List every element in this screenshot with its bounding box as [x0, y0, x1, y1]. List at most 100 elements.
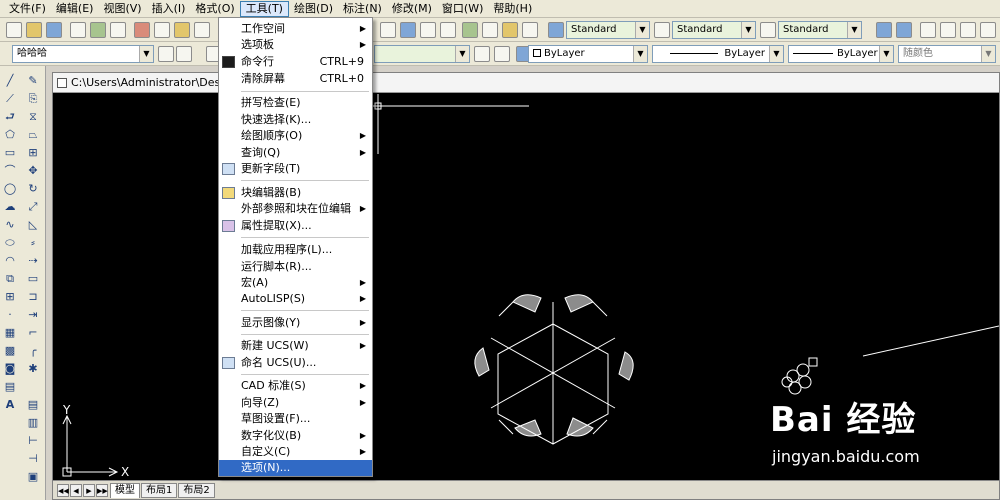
chevron-down-icon[interactable]: ▼	[879, 46, 893, 62]
menu-help[interactable]: 帮助(H)	[488, 1, 537, 17]
move-icon[interactable]: ✥	[26, 164, 40, 178]
color-combo[interactable]: ByLayer ▼	[528, 45, 648, 63]
draw-order-icon[interactable]: ▤	[26, 398, 40, 412]
menu-item-update-fields[interactable]: 更新字段(T)	[219, 161, 372, 177]
hatch-icon[interactable]: ▦	[3, 326, 17, 340]
match-properties-icon[interactable]	[194, 22, 210, 38]
layer-state-icon[interactable]	[960, 22, 976, 38]
new-icon[interactable]	[6, 22, 22, 38]
rotate-icon[interactable]: ↻	[26, 182, 40, 196]
table-style-combo[interactable]: Standard ▼	[778, 21, 862, 39]
menu-item-autolisp[interactable]: AutoLISP(S) ▶	[219, 291, 372, 307]
dim-edit-icon[interactable]: ▣	[26, 470, 40, 484]
explode-icon[interactable]: ✱	[26, 362, 40, 376]
tab-layout1[interactable]: 布局1	[141, 482, 178, 498]
design-center-icon[interactable]	[482, 22, 498, 38]
dimension-icon[interactable]: ▥	[26, 416, 40, 430]
line-icon[interactable]: ╱	[3, 74, 17, 88]
save-icon[interactable]	[46, 22, 62, 38]
copy-icon[interactable]	[154, 22, 170, 38]
menu-edit[interactable]: 编辑(E)	[51, 1, 99, 17]
menu-item-attribute-extract[interactable]: 属性提取(X)...	[219, 218, 372, 234]
layer-icon[interactable]	[920, 22, 936, 38]
offset-icon[interactable]: ⏢	[26, 128, 40, 142]
menu-window[interactable]: 窗口(W)	[437, 1, 488, 17]
menu-item-spell-check[interactable]: 拼写检查(E)	[219, 95, 372, 111]
calculator-icon[interactable]	[522, 22, 538, 38]
menu-item-customize[interactable]: 自定义(C) ▶	[219, 444, 372, 460]
tab-model[interactable]: 模型	[110, 482, 140, 498]
menu-item-draw-order[interactable]: 绘图顺序(O) ▶	[219, 128, 372, 144]
circle-icon[interactable]: ◯	[3, 182, 17, 196]
scale-icon[interactable]: ⤢	[26, 200, 40, 214]
mirror-icon[interactable]: ⧖	[26, 110, 40, 124]
rectangle-icon[interactable]: ▭	[3, 146, 17, 160]
menu-item-clean-screen[interactable]: 清除屏幕 CTRL+0	[219, 71, 372, 87]
tab-prev-icon[interactable]: ◀	[70, 483, 82, 497]
layer-combo[interactable]: 哈哈哈 ▼	[12, 45, 154, 63]
workspace-combo[interactable]: ▼	[374, 45, 470, 63]
ellipse-arc-icon[interactable]: ◠	[3, 254, 17, 268]
menu-format[interactable]: 格式(O)	[190, 1, 239, 17]
menu-item-drafting-settings[interactable]: 草图设置(F)...	[219, 411, 372, 427]
open-icon[interactable]	[26, 22, 42, 38]
menu-draw[interactable]: 绘图(D)	[289, 1, 338, 17]
menu-item-inquiry[interactable]: 查询(Q) ▶	[219, 145, 372, 161]
extend-icon[interactable]: ⇢	[26, 254, 40, 268]
point-icon[interactable]: ·	[3, 308, 17, 322]
menu-tools[interactable]: 工具(T)	[239, 0, 289, 17]
window-cascade-icon[interactable]	[876, 22, 892, 38]
menu-item-xref-edit[interactable]: 外部参照和块在位编辑 ▶	[219, 201, 372, 217]
dim-aligned-icon[interactable]: ⊣	[26, 452, 40, 466]
chevron-down-icon[interactable]: ▼	[981, 46, 995, 62]
menu-item-palettes[interactable]: 选项板 ▶	[219, 37, 372, 53]
tab-next-icon[interactable]: ▶	[83, 483, 95, 497]
menu-item-wizards[interactable]: 向导(Z) ▶	[219, 395, 372, 411]
erase-icon[interactable]: ✎	[26, 74, 40, 88]
text-style-combo[interactable]: Standard ▼	[566, 21, 650, 39]
lineweight-combo[interactable]: ByLayer ▼	[788, 45, 894, 63]
menu-item-tablet[interactable]: 数字化仪(B) ▶	[219, 428, 372, 444]
paste-icon[interactable]	[174, 22, 190, 38]
layer-previous-icon[interactable]	[176, 46, 192, 62]
stretch-icon[interactable]: ◺	[26, 218, 40, 232]
trim-icon[interactable]: ⸗	[26, 236, 40, 250]
print-icon[interactable]	[70, 22, 86, 38]
gradient-icon[interactable]: ▩	[3, 344, 17, 358]
arc-icon[interactable]: ⌒	[3, 164, 17, 178]
insert-block-icon[interactable]: ⧉	[3, 272, 17, 286]
join-icon[interactable]: ⇥	[26, 308, 40, 322]
chevron-down-icon[interactable]: ▼	[847, 22, 861, 38]
make-current-layer-icon[interactable]	[158, 46, 174, 62]
layer-previous-icon[interactable]	[940, 22, 956, 38]
layer-tools-icon[interactable]	[980, 22, 996, 38]
dim-linear-icon[interactable]: ⊢	[26, 434, 40, 448]
chevron-down-icon[interactable]: ▼	[741, 22, 755, 38]
menu-insert[interactable]: 插入(I)	[147, 1, 191, 17]
chamfer-icon[interactable]: ⌐	[26, 326, 40, 340]
menu-item-cad-standards[interactable]: CAD 标准(S) ▶	[219, 378, 372, 394]
menu-item-quick-select[interactable]: 快速选择(K)...	[219, 112, 372, 128]
polygon-icon[interactable]: ⬠	[3, 128, 17, 142]
zoom-window-icon[interactable]	[420, 22, 436, 38]
table-icon[interactable]: ▤	[3, 380, 17, 394]
menu-item-block-editor[interactable]: 块编辑器(B)	[219, 185, 372, 201]
workspace-settings-icon[interactable]	[474, 46, 490, 62]
menu-item-command-line[interactable]: 命令行 CTRL+9	[219, 54, 372, 70]
publish-icon[interactable]	[110, 22, 126, 38]
window-tile-icon[interactable]	[896, 22, 912, 38]
tab-first-icon[interactable]: ◀◀	[57, 483, 69, 497]
menu-dimension[interactable]: 标注(N)	[338, 1, 387, 17]
make-block-icon[interactable]: ⊞	[3, 290, 17, 304]
chevron-down-icon[interactable]: ▼	[635, 22, 649, 38]
menu-item-new-ucs[interactable]: 新建 UCS(W) ▶	[219, 338, 372, 354]
layer-walk-icon[interactable]	[494, 46, 510, 62]
construction-line-icon[interactable]: ⟋	[3, 92, 17, 106]
copy-object-icon[interactable]: ⎘	[26, 92, 40, 106]
menu-item-macro[interactable]: 宏(A) ▶	[219, 275, 372, 291]
chevron-down-icon[interactable]: ▼	[455, 46, 469, 62]
menu-item-named-ucs[interactable]: 命名 UCS(U)...	[219, 355, 372, 371]
region-icon[interactable]: ◙	[3, 362, 17, 376]
zoom-realtime-icon[interactable]	[400, 22, 416, 38]
pan-icon[interactable]	[380, 22, 396, 38]
